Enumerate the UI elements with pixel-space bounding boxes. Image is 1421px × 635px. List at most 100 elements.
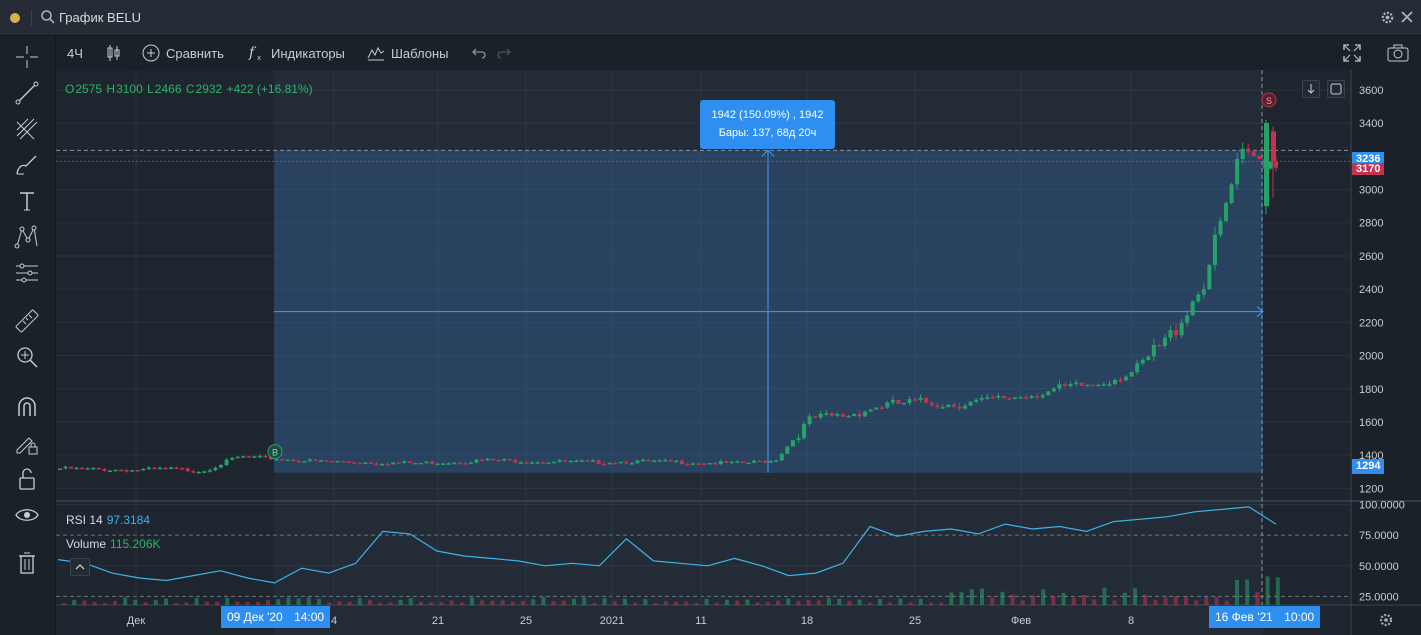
- crosshair-icon[interactable]: [14, 44, 40, 70]
- volume-bar: [714, 602, 719, 605]
- candles-icon[interactable]: [106, 44, 122, 62]
- volume-bar: [541, 597, 546, 605]
- compare-button[interactable]: Сравнить: [142, 44, 224, 62]
- magnet-icon[interactable]: [14, 394, 40, 420]
- rsi-legend[interactable]: RSI 14 97.3184: [66, 513, 150, 527]
- volume-bar: [1133, 588, 1137, 605]
- unlock-icon[interactable]: [14, 466, 40, 492]
- brush-icon[interactable]: [14, 152, 40, 178]
- lock-drawing-icon[interactable]: [14, 430, 40, 456]
- collapse-legend-button[interactable]: [70, 558, 90, 576]
- ruler-icon[interactable]: [14, 308, 40, 334]
- undo-icon[interactable]: [471, 44, 487, 62]
- volume-bar: [684, 601, 689, 605]
- window-title: График BELU: [59, 10, 141, 25]
- date-tag-start: 09 Дек '20 14:00: [221, 606, 331, 628]
- candle-body: [157, 467, 162, 470]
- volume-bar: [459, 602, 464, 605]
- interval-button[interactable]: 4Ч: [67, 44, 83, 62]
- templates-button[interactable]: Шаблоны: [367, 44, 449, 62]
- axis-settings-icon[interactable]: [1378, 612, 1394, 628]
- redo-icon[interactable]: [496, 44, 512, 62]
- candle-body: [491, 458, 496, 461]
- candle-body: [457, 462, 462, 465]
- time-tick-label: 25: [520, 615, 532, 627]
- candle-body: [1168, 330, 1173, 338]
- volume-bar: [398, 599, 403, 605]
- pattern-icon[interactable]: [14, 224, 40, 250]
- volume-bar: [1184, 596, 1188, 605]
- volume-bar: [133, 599, 138, 605]
- candle-body: [779, 453, 784, 461]
- chart-area[interactable]: BS 3600340032003000280026002400220020001…: [56, 70, 1421, 635]
- scroll-down-button[interactable]: [1302, 80, 1320, 98]
- search-icon[interactable]: [40, 9, 56, 25]
- zoom-in-icon[interactable]: [14, 344, 40, 370]
- volume-bar: [765, 602, 770, 605]
- gear-icon[interactable]: [1380, 10, 1395, 25]
- volume-bar: [408, 598, 413, 605]
- candle-body: [1201, 289, 1206, 295]
- candle-body: [979, 397, 984, 400]
- volume-bar: [1255, 592, 1260, 605]
- forecast-icon[interactable]: [14, 260, 40, 286]
- volume-bar: [1245, 579, 1250, 605]
- trash-icon[interactable]: [14, 550, 40, 576]
- candle-body: [1007, 398, 1012, 400]
- price-tick-label: 2400: [1359, 284, 1383, 296]
- candle-body: [219, 465, 224, 468]
- trend-line-icon[interactable]: [14, 80, 40, 106]
- volume-bar: [184, 602, 189, 605]
- eye-icon[interactable]: [14, 502, 40, 528]
- volume-bar: [164, 598, 168, 605]
- candle-body: [1240, 148, 1245, 160]
- candle-body: [813, 416, 818, 418]
- volume-legend[interactable]: Volume 115.206K: [66, 537, 161, 551]
- date-tag-end: 16 Фев '21 10:00: [1209, 606, 1321, 628]
- candle-body: [763, 461, 768, 463]
- change-value: +422 (+16.81%): [226, 82, 313, 96]
- close-icon[interactable]: [1400, 10, 1414, 24]
- camera-icon[interactable]: [1387, 44, 1409, 62]
- volume-bar: [1153, 599, 1158, 605]
- candle-body: [935, 405, 940, 408]
- candle-body: [907, 399, 912, 403]
- ohlc-legend: O2575 H3100 L2466 C2932 +422 (+16.81%): [65, 82, 314, 96]
- high-value: 3100: [116, 82, 143, 96]
- candle-body: [702, 463, 707, 466]
- candle-body: [496, 459, 501, 462]
- candle-body: [807, 416, 812, 424]
- candle-body: [1085, 384, 1090, 387]
- pitchfork-icon[interactable]: [14, 116, 40, 142]
- volume-bar: [1204, 596, 1209, 605]
- time-tick-label: 21: [432, 615, 444, 627]
- volume-bar: [337, 601, 342, 605]
- volume-bar: [419, 601, 423, 605]
- candle-body: [418, 462, 423, 465]
- candle-body: [263, 455, 268, 458]
- svg-text:x: x: [257, 54, 261, 62]
- text-icon[interactable]: [14, 188, 40, 214]
- fullscreen-icon[interactable]: [1343, 44, 1361, 62]
- volume-bar: [908, 602, 913, 605]
- candle-body: [835, 414, 840, 416]
- volume-bar: [1051, 595, 1056, 605]
- volume-bar: [174, 602, 179, 605]
- auto-scale-button[interactable]: [1327, 80, 1345, 98]
- candle-body: [335, 461, 340, 463]
- price-tick-label: 2000: [1359, 351, 1383, 363]
- volume-bar: [255, 601, 260, 605]
- volume-bar: [429, 602, 434, 605]
- candle-body: [330, 461, 335, 463]
- price-tag-current: 3170: [1352, 163, 1385, 175]
- high-label: H: [106, 82, 116, 96]
- drawing-toolbar: [0, 36, 56, 635]
- candle-body: [441, 463, 446, 466]
- candle-body: [357, 462, 362, 465]
- indicators-button[interactable]: fx Индикаторы: [247, 44, 345, 62]
- candle-body: [852, 413, 857, 417]
- candle-body: [596, 460, 601, 464]
- volume-bar: [551, 601, 556, 605]
- candle-body: [313, 459, 318, 461]
- candle-body: [913, 399, 918, 401]
